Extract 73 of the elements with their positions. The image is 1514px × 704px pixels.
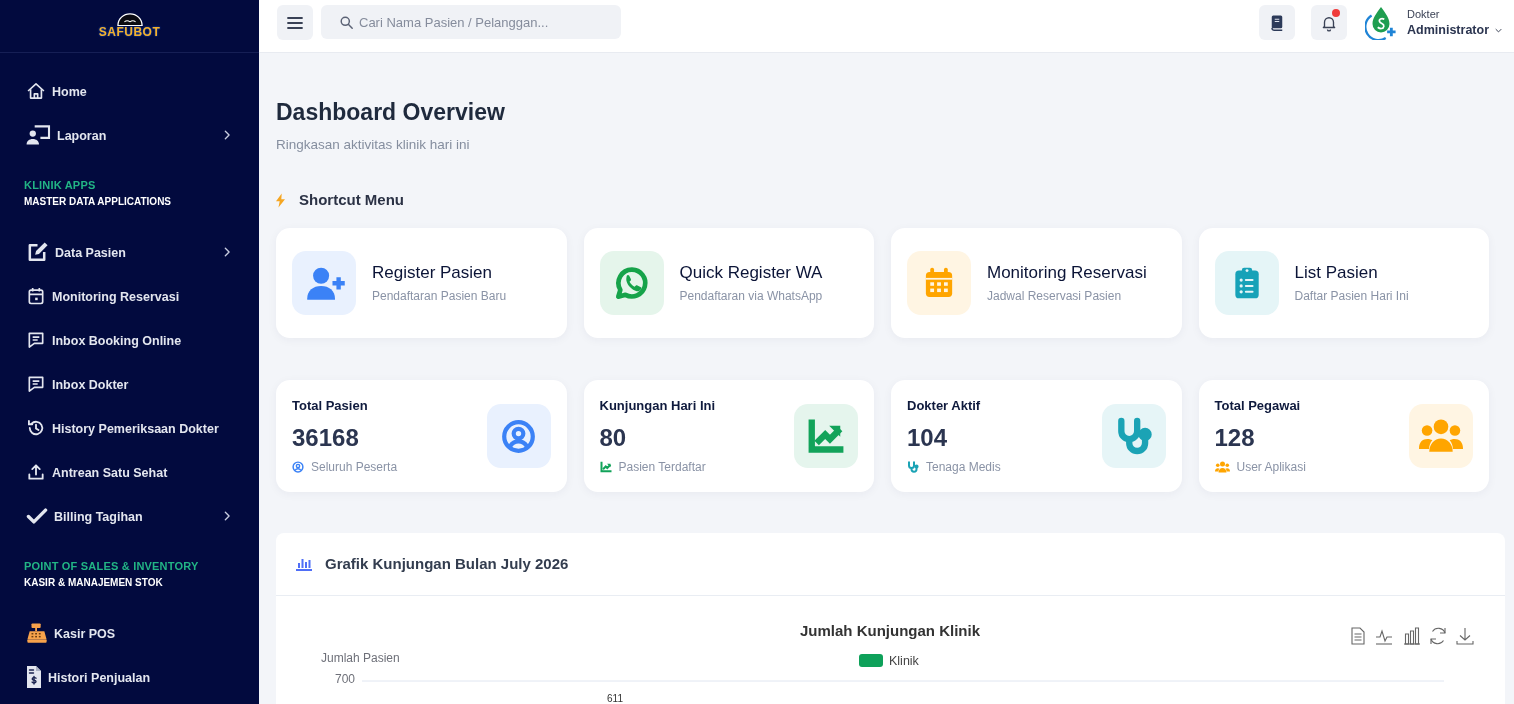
shortcut-title: Quick Register WA	[679, 262, 823, 284]
page-subtitle: Ringkasan aktivitas klinik hari ini	[276, 136, 470, 154]
axis-tick-label: 700	[334, 672, 355, 686]
search-field[interactable]: Cari Nama Pasien / Pelanggan...	[321, 5, 621, 39]
stat-note: Pasien Terdaftar	[618, 459, 706, 475]
stat-label: Dokter Aktif	[907, 397, 981, 415]
stat-note: Seluruh Peserta	[311, 459, 398, 475]
chart-title: Jumlah Kunjungan Klinik	[800, 622, 980, 639]
logo-text: SAFUBOT	[98, 26, 161, 39]
shortcut-card[interactable]: Register Pasien Pendaftaran Pasien Baru	[276, 228, 567, 338]
shortcut-subtitle: Pendaftaran Pasien Baru	[372, 288, 507, 304]
sidebar-item[interactable]: Antrean Satu Sehat	[0, 451, 259, 495]
line-chart-icon	[599, 461, 612, 473]
shortcut-subtitle: Daftar Pasien Hari Ini	[1294, 288, 1409, 304]
stat-label: Kunjungan Hari Ini	[599, 397, 716, 415]
stat-value: 80	[599, 423, 627, 453]
book-button[interactable]	[1259, 5, 1296, 40]
sidebar-item[interactable]: Monitoring Reservasi	[0, 275, 259, 319]
section-title: POINT OF SALES & INVENTORY	[24, 560, 199, 572]
bar-chart-icon[interactable]	[1403, 627, 1421, 645]
lightning-icon	[276, 192, 285, 208]
legend-swatch-icon[interactable]	[859, 654, 883, 667]
download-icon[interactable]	[1456, 627, 1474, 645]
stat-value: 128	[1214, 423, 1255, 453]
line-chart-icon[interactable]	[1375, 629, 1393, 645]
menu-button[interactable]	[277, 5, 313, 40]
document-icon[interactable]	[1351, 627, 1365, 645]
shortcut-title: Register Pasien	[372, 262, 492, 284]
sidebar-item[interactable]: History Pemeriksaan Dokter	[0, 407, 259, 451]
users-icon	[1214, 461, 1230, 473]
presentation-user-icon	[26, 124, 51, 148]
page-title: Dashboard Overview	[276, 98, 505, 127]
shortcut-title: Monitoring Reservasi	[987, 262, 1147, 284]
menu-icon	[287, 15, 303, 30]
user-circle-icon	[292, 461, 304, 473]
legend-label[interactable]: Klinik	[889, 654, 919, 668]
sidebar-item[interactable]: Data Pasien	[0, 231, 259, 275]
user-role: Dokter	[1407, 7, 1440, 21]
panel-title: Grafik Kunjungan Bulan July 2026	[325, 554, 569, 574]
sidebar-item[interactable]: Inbox Booking Online	[0, 319, 259, 363]
notification-button[interactable]	[1311, 5, 1348, 40]
stethoscope-icon	[907, 461, 919, 473]
data-label: 611	[607, 693, 623, 704]
shortcut-card[interactable]: Quick Register WA Pendaftaran via WhatsApp	[583, 228, 874, 338]
refresh-icon[interactable]	[1430, 627, 1446, 645]
sidebar-item[interactable]: Inbox Dokter	[0, 363, 259, 407]
stat-value: 104	[907, 423, 948, 453]
sidebar-item[interactable]: Billing Tagihan	[0, 495, 259, 539]
section-title: KLINIK APPS	[24, 179, 96, 191]
chevron-down-icon[interactable]	[1495, 27, 1502, 33]
stat-value: 36168	[292, 423, 359, 453]
axis-title: Jumlah Pasien	[321, 651, 400, 665]
sidebar-item[interactable]: Kasir POS	[0, 612, 259, 656]
avatar-logo-icon[interactable]	[1365, 6, 1398, 40]
shortcut-subtitle: Pendaftaran via WhatsApp	[679, 288, 823, 304]
sidebar-item[interactable]: Home	[0, 70, 259, 114]
section-heading: Shortcut Menu	[299, 191, 404, 209]
section-subtitle: MASTER DATA APPLICATIONS	[24, 196, 172, 208]
sidebar-item[interactable]: Laporan	[0, 114, 259, 158]
shortcut-card[interactable]: List Pasien Daftar Pasien Hari Ini	[1198, 228, 1489, 338]
bar-chart-icon	[296, 557, 312, 571]
stat-label: Total Pegawai	[1214, 397, 1301, 415]
shortcut-subtitle: Jadwal Reservasi Pasien	[987, 288, 1122, 304]
user-name[interactable]: Administrator	[1407, 21, 1489, 39]
shortcut-title: List Pasien	[1294, 262, 1378, 284]
stat-note: Tenaga Medis	[926, 459, 1001, 475]
stat-note: User Aplikasi	[1236, 459, 1306, 475]
stat-label: Total Pasien	[292, 397, 368, 415]
section-subtitle: KASIR & MANAJEMEN STOK	[24, 577, 163, 589]
search-icon	[340, 16, 353, 29]
helmet-logo-icon	[115, 13, 144, 26]
shortcut-card[interactable]: Monitoring Reservasi Jadwal Reservasi Pasien	[891, 228, 1182, 338]
sidebar-item[interactable]: Histori Penjualan	[0, 656, 259, 700]
